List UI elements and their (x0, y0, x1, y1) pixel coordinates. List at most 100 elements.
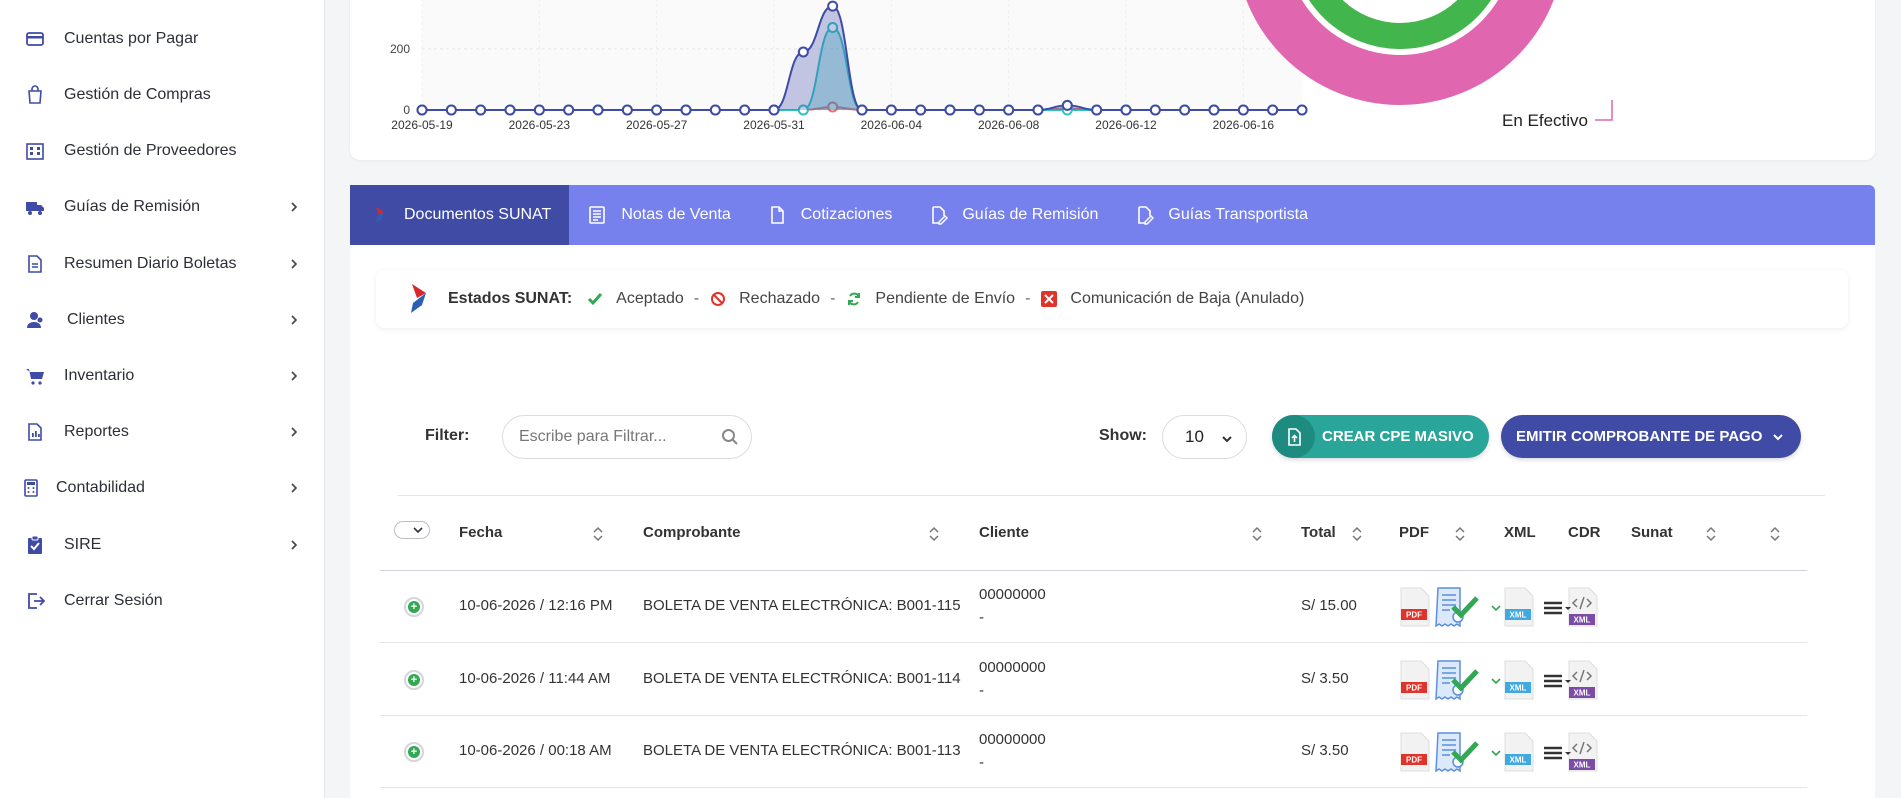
column-header-sunat[interactable]: Sunat (1631, 524, 1673, 541)
xml-file-icon[interactable]: XML (1503, 587, 1535, 627)
expand-row-button[interactable]: + (404, 597, 424, 617)
building-icon (24, 140, 46, 162)
chevron-down-icon (1772, 431, 1784, 443)
sidebar-item-sire[interactable]: SIRE (0, 523, 325, 567)
sidebar-item-reportes[interactable]: Reportes (0, 410, 325, 454)
plus-icon: + (408, 746, 420, 758)
sort-icon[interactable] (1454, 525, 1466, 543)
tab-documentos-sunat[interactable]: Documentos SUNAT (350, 185, 570, 245)
emitir-comprobante-button[interactable]: EMITIR COMPROBANTE DE PAGO (1501, 415, 1801, 458)
table-row: + 10-06-2026 / 00:18 AM BOLETA DE VENTA … (380, 716, 1807, 788)
pdf-file-icon[interactable]: PDF (1399, 732, 1431, 772)
sidebar-item-inventario[interactable]: Inventario (0, 354, 325, 398)
column-header-fecha[interactable]: Fecha (459, 524, 502, 541)
payment-donut-chart (1246, 0, 1613, 121)
pdf-file-label: PDF (1406, 684, 1422, 693)
chevron-right-icon (288, 200, 302, 214)
sort-icon[interactable] (1705, 525, 1717, 543)
pdf-file-icon[interactable]: PDF (1399, 660, 1431, 700)
ban-icon (709, 290, 727, 308)
cart-icon (24, 365, 46, 387)
select-all-toggle[interactable] (394, 521, 430, 539)
chevron-down-icon (413, 527, 423, 534)
show-entries-select[interactable]: 10 (1162, 415, 1247, 459)
donut-label-efectivo: En Efectivo (1502, 111, 1588, 130)
expand-row-button[interactable]: + (404, 670, 424, 690)
sidebar-item-gestion-proveedores[interactable]: Gestión de Proveedores (0, 129, 325, 173)
sunat-accepted-icon[interactable] (1450, 595, 1480, 619)
cell-comprobante: BOLETA DE VENTA ELECTRÓNICA: B001-113 (643, 742, 961, 759)
file-icon (767, 204, 789, 226)
row-menu-icon[interactable] (1542, 601, 1572, 615)
sidebar-item-label: Inventario (64, 367, 135, 384)
column-header-comprobante[interactable]: Comprobante (643, 524, 741, 541)
row-menu-icon[interactable] (1542, 746, 1572, 760)
sunat-accepted-icon[interactable] (1450, 668, 1480, 692)
tab-guias-remision[interactable]: Guías de Remisión (910, 185, 1116, 245)
cell-cliente: 00000000 (979, 586, 1046, 603)
credit-card-icon (24, 28, 46, 50)
chevron-down-icon[interactable] (1490, 603, 1502, 613)
sort-icon[interactable] (1251, 525, 1263, 543)
cell-cliente-name: - (979, 609, 984, 626)
sort-icon[interactable] (592, 525, 604, 543)
row-menu-icon[interactable] (1542, 674, 1572, 688)
cell-fecha: 10-06-2026 / 00:18 AM (459, 742, 612, 759)
filter-input[interactable] (519, 428, 719, 446)
pdf-file-icon[interactable]: PDF (1399, 587, 1431, 627)
chevron-down-icon[interactable] (1490, 748, 1502, 758)
refresh-icon (845, 290, 863, 308)
sort-icon[interactable] (1769, 525, 1781, 543)
sidebar-item-contabilidad[interactable]: Contabilidad (0, 466, 325, 510)
plus-icon: + (408, 601, 420, 613)
expand-row-button[interactable]: + (404, 742, 424, 762)
show-label: Show: (1099, 427, 1147, 444)
table-row: + 10-06-2026 / 11:44 AM BOLETA DE VENTA … (380, 644, 1807, 716)
sidebar-item-label: Cerrar Sesión (64, 592, 163, 609)
sidebar-item-guias-remision[interactable]: Guías de Remisión (0, 185, 325, 229)
file-edit-icon (928, 204, 950, 226)
sort-icon[interactable] (928, 525, 940, 543)
filter-input-box (502, 415, 752, 459)
xml-file-icon[interactable]: XML (1503, 732, 1535, 772)
cell-cliente-name: - (979, 754, 984, 771)
column-header-pdf[interactable]: PDF (1399, 524, 1429, 541)
chevron-down-icon[interactable] (1490, 676, 1502, 686)
sidebar-item-resumen-diario[interactable]: Resumen Diario Boletas (0, 242, 325, 286)
truck-icon (24, 196, 46, 218)
divider (398, 495, 1825, 496)
tab-label: Notas de Venta (621, 206, 731, 223)
chevron-right-icon (288, 538, 302, 552)
logout-icon (24, 590, 46, 612)
button-label: EMITIR COMPROBANTE DE PAGO (1516, 428, 1763, 445)
separator: - (693, 290, 700, 307)
sunat-logo-icon (370, 204, 392, 226)
sidebar-item-label: Gestión de Proveedores (64, 142, 237, 159)
shopping-bag-icon (24, 84, 46, 106)
plus-icon: + (408, 674, 420, 686)
sidebar-item-label: Gestión de Compras (64, 86, 211, 103)
xml-file-icon[interactable]: XML (1503, 660, 1535, 700)
clipboard-check-icon (24, 534, 46, 556)
sidebar-item-clientes[interactable]: Clientes (0, 298, 325, 342)
tab-guias-transportista[interactable]: Guías Transportista (1116, 185, 1326, 245)
xml-file-label: XML (1510, 756, 1527, 765)
sidebar-item-gestion-compras[interactable]: Gestión de Compras (0, 73, 325, 117)
sidebar: Cuentas por Pagar Gestión de Compras Ges… (0, 0, 325, 798)
column-header-cliente[interactable]: Cliente (979, 524, 1029, 541)
tab-notas-venta[interactable]: Notas de Venta (569, 185, 748, 245)
sidebar-item-cerrar-sesion[interactable]: Cerrar Sesión (0, 579, 325, 623)
sunat-accepted-icon[interactable] (1450, 740, 1480, 764)
estado-pendiente: Pendiente de Envío (875, 290, 1016, 307)
crear-cpe-masivo-button[interactable]: CREAR CPE MASIVO (1272, 415, 1489, 458)
sort-icon[interactable] (1351, 525, 1363, 543)
estados-title: Estados SUNAT: (448, 290, 573, 307)
tab-cotizaciones[interactable]: Cotizaciones (749, 185, 911, 245)
cell-fecha: 10-06-2026 / 11:44 AM (459, 670, 611, 687)
sidebar-item-cuentas-por-pagar[interactable]: Cuentas por Pagar (0, 17, 325, 61)
column-header-total[interactable]: Total (1301, 524, 1336, 541)
table-row: + 10-06-2026 / 12:16 PM BOLETA DE VENTA … (380, 571, 1807, 643)
search-icon[interactable] (721, 428, 739, 446)
pdf-file-label: PDF (1406, 756, 1422, 765)
donut-leader-line (1595, 100, 1613, 121)
